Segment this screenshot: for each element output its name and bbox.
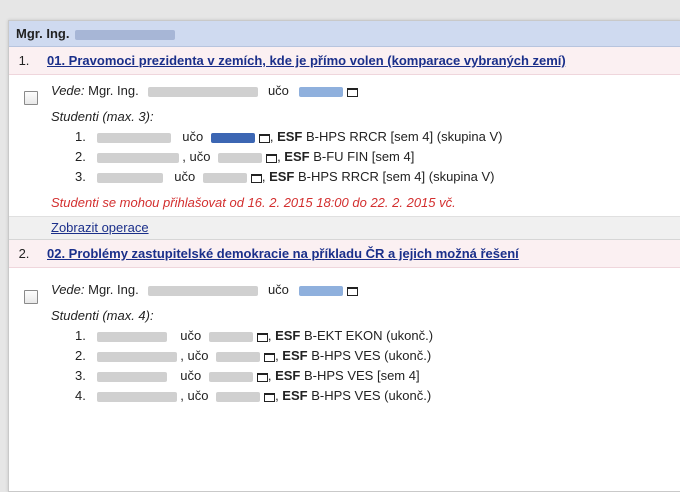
thesis-topics-panel: Mgr. Ing. 1. 01. Pravomoci prezidenta v … <box>8 20 680 492</box>
mail-icon[interactable] <box>250 173 262 184</box>
program-text: B-HPS VES [sem 4] <box>304 368 420 383</box>
lead-name: Mgr. Ing. <box>88 83 139 98</box>
student-index: 4. <box>75 388 86 403</box>
redacted-student-name <box>96 391 177 402</box>
program-text: B-HPS VES (ukonč.) <box>311 388 432 403</box>
topic-1: 1. 01. Pravomoci prezidenta v zemích, kd… <box>9 47 680 240</box>
redacted-student-uco <box>218 152 263 163</box>
redacted-student-uco <box>208 331 253 342</box>
redacted-name <box>148 86 259 97</box>
mail-icon[interactable] <box>256 332 268 343</box>
show-operations-link[interactable]: Zobrazit operace <box>51 220 149 235</box>
supervisor-line: Vede: Mgr. Ing. učo <box>51 280 680 300</box>
student-row: 2. , učo , ESF B-HPS VES (ukonč.) <box>51 346 680 366</box>
topic-title-link[interactable]: 02. Problémy zastupitelské demokracie na… <box>47 246 519 261</box>
students-title: Studenti (max. 3): <box>51 109 154 124</box>
redacted-student-uco <box>202 172 247 183</box>
redacted-student-name <box>96 351 177 362</box>
student-row: 4. , učo , ESF B-HPS VES (ukonč.) <box>51 386 680 406</box>
redacted-student-uco <box>216 351 261 362</box>
student-row: 3. učo , ESF B-HPS VES [sem 4] <box>51 366 680 386</box>
faculty-code: ESF <box>284 149 310 164</box>
student-uco-label: učo <box>174 169 196 184</box>
student-index: 1. <box>75 129 86 144</box>
student-row: 1. učo , ESF B-HPS RRCR [sem 4] (skupina… <box>51 127 680 147</box>
mail-icon[interactable] <box>264 392 276 403</box>
topic-2: 2. 02. Problémy zastupitelské demokracie… <box>9 240 680 406</box>
faculty-code: ESF <box>275 328 301 343</box>
mail-icon[interactable] <box>346 286 358 297</box>
uco-label: učo <box>267 83 289 98</box>
topic-body: Vede: Mgr. Ing. učo Studenti (max. 4): 1… <box>9 280 680 406</box>
redacted-student-uco <box>208 371 253 382</box>
program-text: B-FU FIN [sem 4] <box>313 149 415 164</box>
supervisor-line: Vede: Mgr. Ing. učo <box>51 81 680 101</box>
student-uco-label: , učo <box>182 149 211 164</box>
registration-notice: Studenti se mohou přihlašovat od 16. 2. … <box>51 195 456 210</box>
student-index: 3. <box>75 368 86 383</box>
student-index: 2. <box>75 149 86 164</box>
uco-label: učo <box>267 282 289 297</box>
topic-number: 2. <box>18 246 30 261</box>
topic-title-row: 01. Pravomoci prezidenta v zemích, kde j… <box>9 47 680 75</box>
faculty-code: ESF <box>282 348 308 363</box>
mail-icon[interactable] <box>346 87 358 98</box>
lead-label: Vede: <box>51 83 85 98</box>
redacted-student-name <box>96 132 171 143</box>
faculty-code: ESF <box>282 388 308 403</box>
topic-title-row: 02. Problémy zastupitelské demokracie na… <box>9 240 680 268</box>
redacted-uco <box>298 86 343 97</box>
students-title: Studenti (max. 4): <box>51 308 154 323</box>
redacted-name <box>75 29 176 40</box>
mail-icon[interactable] <box>256 372 268 383</box>
lead-label: Vede: <box>51 282 85 297</box>
topic-checkbox[interactable] <box>24 91 38 105</box>
student-index: 2. <box>75 348 86 363</box>
redacted-name <box>148 285 259 296</box>
redacted-student-uco <box>210 132 255 143</box>
student-uco-label: , učo <box>180 388 209 403</box>
redacted-student-name <box>96 172 163 183</box>
operations-row: Zobrazit operace <box>9 216 680 240</box>
faculty-code: ESF <box>277 129 303 144</box>
student-uco-label: učo <box>182 129 204 144</box>
student-index: 1. <box>75 328 86 343</box>
redacted-student-uco <box>216 391 261 402</box>
student-row: 3. učo , ESF B-HPS RRCR [sem 4] (skupina… <box>51 167 680 187</box>
redacted-student-name <box>96 331 167 342</box>
topic-title-link[interactable]: 01. Pravomoci prezidenta v zemích, kde j… <box>47 53 566 68</box>
student-index: 3. <box>75 169 86 184</box>
supervisor-title: Mgr. Ing. <box>16 26 70 41</box>
redacted-student-name <box>96 371 167 382</box>
mail-icon[interactable] <box>266 153 278 164</box>
supervisor-header: Mgr. Ing. <box>9 21 680 47</box>
student-row: 2. , učo , ESF B-FU FIN [sem 4] <box>51 147 680 167</box>
program-text: B-HPS RRCR [sem 4] (skupina V) <box>306 129 503 144</box>
student-row: 1. učo , ESF B-EKT EKON (ukonč.) <box>51 326 680 346</box>
student-uco-label: učo <box>180 328 202 343</box>
topic-body: Vede: Mgr. Ing. učo Studenti (max. 3): 1… <box>9 81 680 213</box>
student-uco-label: učo <box>180 368 202 383</box>
faculty-code: ESF <box>269 169 295 184</box>
topic-number: 1. <box>18 53 30 68</box>
redacted-student-name <box>96 152 179 163</box>
program-text: B-HPS RRCR [sem 4] (skupina V) <box>298 169 495 184</box>
topic-checkbox[interactable] <box>24 290 38 304</box>
mail-icon[interactable] <box>264 352 276 363</box>
program-text: B-HPS VES (ukonč.) <box>311 348 432 363</box>
mail-icon[interactable] <box>258 133 270 144</box>
student-uco-label: , učo <box>180 348 209 363</box>
program-text: B-EKT EKON (ukonč.) <box>304 328 434 343</box>
redacted-uco <box>298 285 343 296</box>
lead-name: Mgr. Ing. <box>88 282 139 297</box>
faculty-code: ESF <box>275 368 301 383</box>
